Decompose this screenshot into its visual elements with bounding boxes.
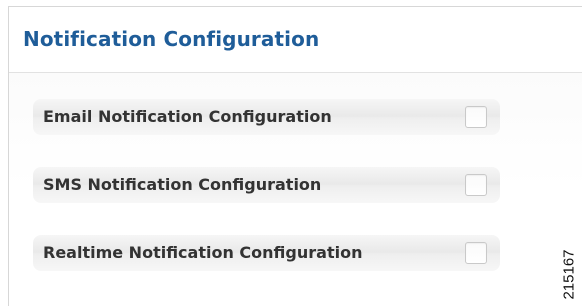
screenshot-frame: Notification Configuration Email Notific… — [0, 0, 582, 306]
notification-configuration-panel: Notification Configuration Email Notific… — [8, 6, 582, 306]
realtime-notification-checkbox[interactable] — [465, 242, 487, 264]
email-notification-label: Email Notification Configuration — [43, 107, 332, 126]
panel-header: Notification Configuration — [9, 7, 582, 73]
sms-notification-label: SMS Notification Configuration — [43, 175, 322, 194]
sms-notification-checkbox[interactable] — [465, 174, 487, 196]
panel-title: Notification Configuration — [23, 27, 320, 51]
realtime-notification-row[interactable]: Realtime Notification Configuration — [33, 235, 500, 271]
figure-id-text: 215167 — [560, 249, 578, 300]
figure-id-label: 215167 — [558, 249, 580, 305]
email-notification-checkbox[interactable] — [465, 106, 487, 128]
panel-body: Email Notification Configuration SMS Not… — [9, 73, 582, 306]
email-notification-row[interactable]: Email Notification Configuration — [33, 99, 500, 135]
realtime-notification-label: Realtime Notification Configuration — [43, 243, 363, 262]
sms-notification-row[interactable]: SMS Notification Configuration — [33, 167, 500, 203]
